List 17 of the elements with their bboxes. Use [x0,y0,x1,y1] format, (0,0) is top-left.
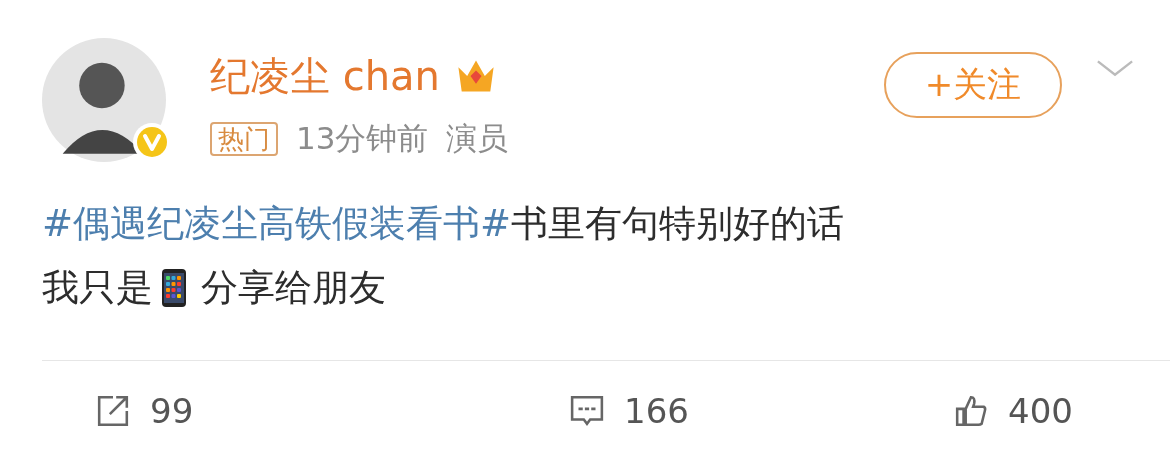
follow-button[interactable]: +关注 [884,52,1062,118]
share-icon [96,394,130,428]
post-text: 书里有句特别好的话 [511,201,844,247]
post-time: 13分钟前 [296,119,429,158]
hashtag-link[interactable]: #偶遇纪凌尘高铁假装看书# [42,199,511,249]
thumbs-up-icon [954,394,988,428]
post-text: 我只是 [42,265,153,311]
phone-icon [161,267,187,309]
repost-count: 99 [150,391,194,431]
user-name[interactable]: 纪凌尘 chan [210,50,440,102]
like-count: 400 [1008,391,1073,431]
chevron-down-icon [1096,58,1134,78]
hot-tag: 热门 [210,122,278,156]
post-text: 分享给朋友 [201,265,386,311]
comment-icon [570,394,604,428]
user-role: 演员 [446,119,509,158]
comment-count: 166 [624,391,689,431]
